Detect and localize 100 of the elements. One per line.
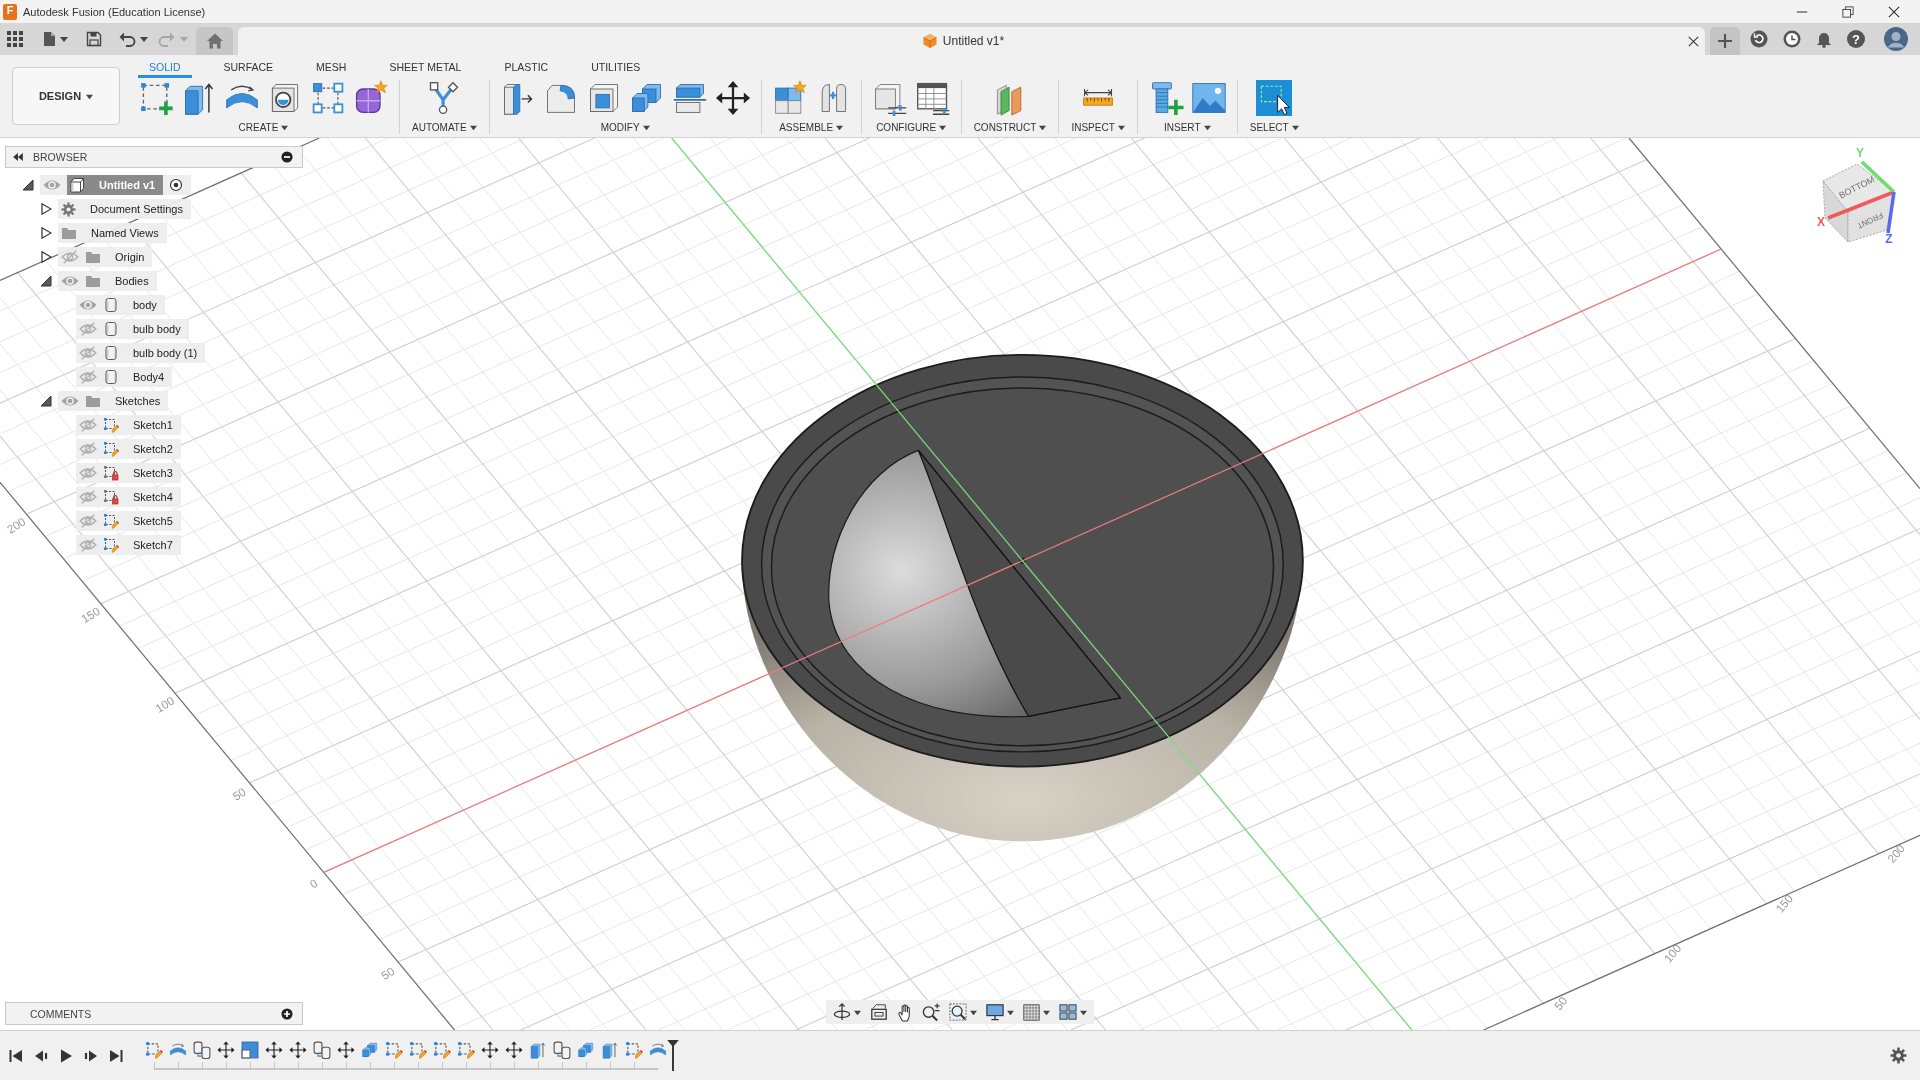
browser-item[interactable]: Sketch1 [76, 415, 181, 435]
caret-icon[interactable] [970, 1008, 977, 1016]
zoom-icon[interactable] [921, 1002, 940, 1022]
browser-item[interactable]: Body4 [76, 367, 173, 387]
dashed-square-pencil-icon[interactable] [457, 1041, 475, 1059]
group-menu-button[interactable]: CREATE [236, 120, 291, 134]
hand-icon[interactable] [897, 1002, 912, 1022]
browser-item[interactable]: Sketch7 [76, 535, 181, 555]
minus-circle-icon[interactable] [281, 151, 293, 163]
cube-star-icon[interactable] [353, 80, 389, 116]
orbit-icon[interactable] [833, 1003, 851, 1021]
bell-icon[interactable] [1816, 30, 1832, 48]
radio-icon[interactable] [169, 178, 184, 192]
browser-item[interactable]: bulb body (1) [76, 343, 206, 363]
monitor-icon[interactable] [986, 1003, 1004, 1021]
four-panes-icon[interactable] [1059, 1003, 1077, 1021]
move-arrows-icon[interactable] [337, 1041, 355, 1059]
browser-item[interactable]: Bodies [58, 271, 157, 291]
step-back-icon[interactable] [34, 1048, 48, 1063]
move-arrows-icon[interactable] [289, 1041, 307, 1059]
two-cubes-icon[interactable] [577, 1041, 595, 1059]
zoom-window-icon[interactable] [949, 1003, 967, 1021]
browser-item[interactable]: Origin [58, 247, 153, 267]
new-tab-button[interactable] [1710, 27, 1740, 55]
cylinders-icon[interactable] [553, 1041, 571, 1059]
group-menu-button[interactable]: ASSEMBLE [777, 120, 846, 134]
step-forward-icon[interactable] [84, 1048, 98, 1063]
image-icon[interactable] [1190, 80, 1227, 116]
avatar-icon[interactable] [1884, 27, 1908, 51]
dashed-square-pencil-icon[interactable] [385, 1041, 403, 1059]
dashed-square-pencil-icon[interactable] [145, 1041, 163, 1059]
play-icon[interactable] [59, 1048, 73, 1063]
browser-item[interactable]: bulb body [76, 319, 189, 339]
dashed-square-pencil-icon[interactable] [409, 1041, 427, 1059]
clock-icon[interactable] [1783, 30, 1801, 48]
apps-grid-icon[interactable] [7, 31, 23, 47]
group-menu-button[interactable]: AUTOMATE [410, 120, 479, 134]
cylinders-icon[interactable] [193, 1041, 211, 1059]
browser-item[interactable]: Sketches [58, 391, 169, 411]
ribbon-tab[interactable]: SOLID [138, 58, 192, 78]
browser-item[interactable]: Sketch3 [76, 463, 181, 483]
help-icon[interactable]: ? [1847, 30, 1865, 48]
workspace-menu-button[interactable]: DESIGN [12, 67, 120, 125]
triangle-right-icon[interactable] [40, 227, 52, 239]
browser-item[interactable]: Document Settings [58, 199, 191, 219]
browser-item[interactable]: Sketch5 [76, 511, 181, 531]
move-arrows-icon[interactable] [481, 1041, 499, 1059]
browser-item[interactable]: body [76, 295, 165, 315]
browser-item[interactable]: Sketch2 [76, 439, 181, 459]
square-nodes-icon[interactable] [310, 80, 346, 116]
double-chevron-left-icon[interactable] [13, 153, 23, 161]
save-icon[interactable] [86, 31, 102, 47]
home-button[interactable] [196, 27, 233, 55]
group-menu-button[interactable]: CONFIGURE [874, 120, 949, 134]
triangle-right-icon[interactable] [40, 251, 52, 263]
dashed-square-pencil-icon[interactable] [433, 1041, 451, 1059]
move-arrows-icon[interactable] [714, 80, 751, 116]
move-arrows-icon[interactable] [217, 1041, 235, 1059]
curved-band-icon[interactable] [169, 1041, 187, 1059]
box-split-icon[interactable] [241, 1041, 259, 1059]
caret-icon[interactable] [1080, 1008, 1087, 1016]
dashed-square-pencil-icon[interactable] [625, 1041, 643, 1059]
caret-icon[interactable] [854, 1008, 861, 1016]
undo-icon[interactable] [119, 31, 136, 47]
triangle-down-icon[interactable] [22, 179, 34, 191]
triangle-right-icon[interactable] [40, 203, 52, 215]
box-arrow-icon[interactable] [529, 1041, 547, 1059]
triangle-down-icon[interactable] [40, 275, 52, 287]
group-menu-button[interactable]: SELECT [1247, 120, 1301, 134]
skip-to-end-icon[interactable] [109, 1048, 123, 1063]
caret-icon[interactable] [140, 35, 148, 43]
triangle-down-icon[interactable] [40, 395, 52, 407]
caret-icon[interactable] [1007, 1008, 1014, 1016]
playhead-marker-icon[interactable] [667, 1040, 679, 1071]
ribbon-tab[interactable]: MESH [305, 58, 358, 78]
move-arrows-icon[interactable] [505, 1041, 523, 1059]
dashed-square-plus-icon[interactable] [138, 80, 174, 116]
restore-icon[interactable] [1842, 5, 1854, 18]
two-cubes-icon[interactable] [361, 1041, 379, 1059]
framed-box-icon[interactable] [870, 1003, 888, 1021]
ribbon-tab[interactable]: UTILITIES [580, 58, 652, 78]
box-arrow-icon[interactable] [601, 1041, 619, 1059]
group-menu-button[interactable]: INSERT [1162, 120, 1213, 134]
file-icon[interactable] [41, 31, 57, 47]
close-icon[interactable] [1688, 35, 1699, 47]
ribbon-tab[interactable]: SURFACE [212, 58, 285, 78]
move-arrows-icon[interactable] [265, 1041, 283, 1059]
plus-circle-icon[interactable] [281, 1007, 293, 1020]
selection-cursor-icon[interactable] [1256, 80, 1293, 116]
group-menu-button[interactable]: MODIFY [598, 120, 652, 134]
ribbon-tab[interactable]: PLASTIC [493, 58, 560, 78]
cylinders-icon[interactable] [313, 1041, 331, 1059]
close-icon[interactable] [1888, 5, 1900, 18]
caret-icon[interactable] [1043, 1008, 1050, 1016]
browser-item[interactable]: Named Views [58, 223, 167, 243]
group-menu-button[interactable]: INSPECT [1069, 120, 1127, 134]
table-sliders-icon[interactable] [914, 80, 951, 116]
group-menu-button[interactable]: CONSTRUCT [971, 120, 1049, 134]
skip-to-start-icon[interactable] [9, 1048, 23, 1063]
browser-item[interactable]: Sketch4 [76, 487, 181, 507]
